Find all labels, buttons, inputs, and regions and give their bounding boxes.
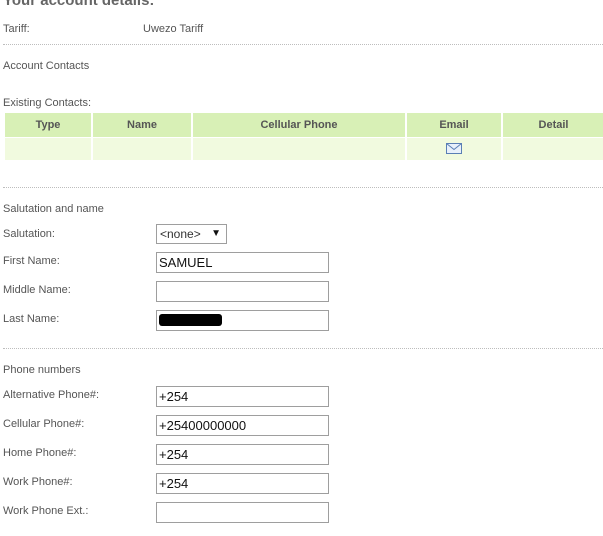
dropdown-arrow-icon: ▼ xyxy=(211,228,221,239)
alternative-phone-label: Alternative Phone#: xyxy=(3,389,100,401)
work-phone-label: Work Phone#: xyxy=(3,476,73,488)
contacts-table: Type Name Cellular Phone Email Detail xyxy=(3,113,603,160)
cellular-phone-label: Cellular Phone#: xyxy=(3,418,85,430)
account-contacts-heading: Account Contacts xyxy=(3,60,90,72)
phone-section-heading: Phone numbers xyxy=(3,364,81,376)
cellular-phone-field[interactable]: +25400000000 xyxy=(156,415,329,436)
middle-name-label: Middle Name: xyxy=(3,284,71,296)
existing-contacts-label: Existing Contacts: xyxy=(3,97,92,109)
column-header-detail[interactable]: Detail xyxy=(503,113,603,137)
column-header-type[interactable]: Type xyxy=(5,113,91,137)
divider xyxy=(3,187,603,188)
divider xyxy=(3,44,603,45)
column-header-cellular-phone[interactable]: Cellular Phone xyxy=(193,113,405,137)
first-name-field[interactable]: SAMUEL xyxy=(156,252,329,273)
work-phone-ext-label: Work Phone Ext.: xyxy=(3,505,89,517)
tariff-value: Uwezo Tariff xyxy=(143,23,204,35)
column-header-name[interactable]: Name xyxy=(93,113,191,137)
home-phone-label: Home Phone#: xyxy=(3,447,77,459)
column-header-email[interactable]: Email xyxy=(407,113,501,137)
cell-type xyxy=(5,137,91,160)
salutation-select-value: <none> xyxy=(160,227,201,241)
work-phone-ext-field[interactable] xyxy=(156,502,329,523)
alternative-phone-field[interactable]: +254 xyxy=(156,386,329,407)
tariff-label: Tariff: xyxy=(3,23,30,35)
salutation-section-heading: Salutation and name xyxy=(3,203,104,215)
first-name-label: First Name: xyxy=(3,255,60,267)
page-title: Your account details: xyxy=(3,0,155,9)
table-header-row: Type Name Cellular Phone Email Detail xyxy=(5,113,603,137)
redaction-block xyxy=(159,314,222,326)
middle-name-field[interactable] xyxy=(156,281,329,302)
work-phone-field[interactable]: +254 xyxy=(156,473,329,494)
cell-detail xyxy=(503,137,603,160)
home-phone-field[interactable]: +254 xyxy=(156,444,329,465)
cell-cellular-phone xyxy=(193,137,405,160)
last-name-field[interactable] xyxy=(156,310,329,331)
salutation-label: Salutation: xyxy=(3,228,55,240)
divider xyxy=(3,348,603,349)
table-row xyxy=(5,137,603,160)
cell-email xyxy=(407,137,501,160)
cell-name xyxy=(93,137,191,160)
salutation-select[interactable]: <none> ▼ xyxy=(156,224,227,244)
last-name-label: Last Name: xyxy=(3,313,60,325)
envelope-icon[interactable] xyxy=(446,143,462,155)
